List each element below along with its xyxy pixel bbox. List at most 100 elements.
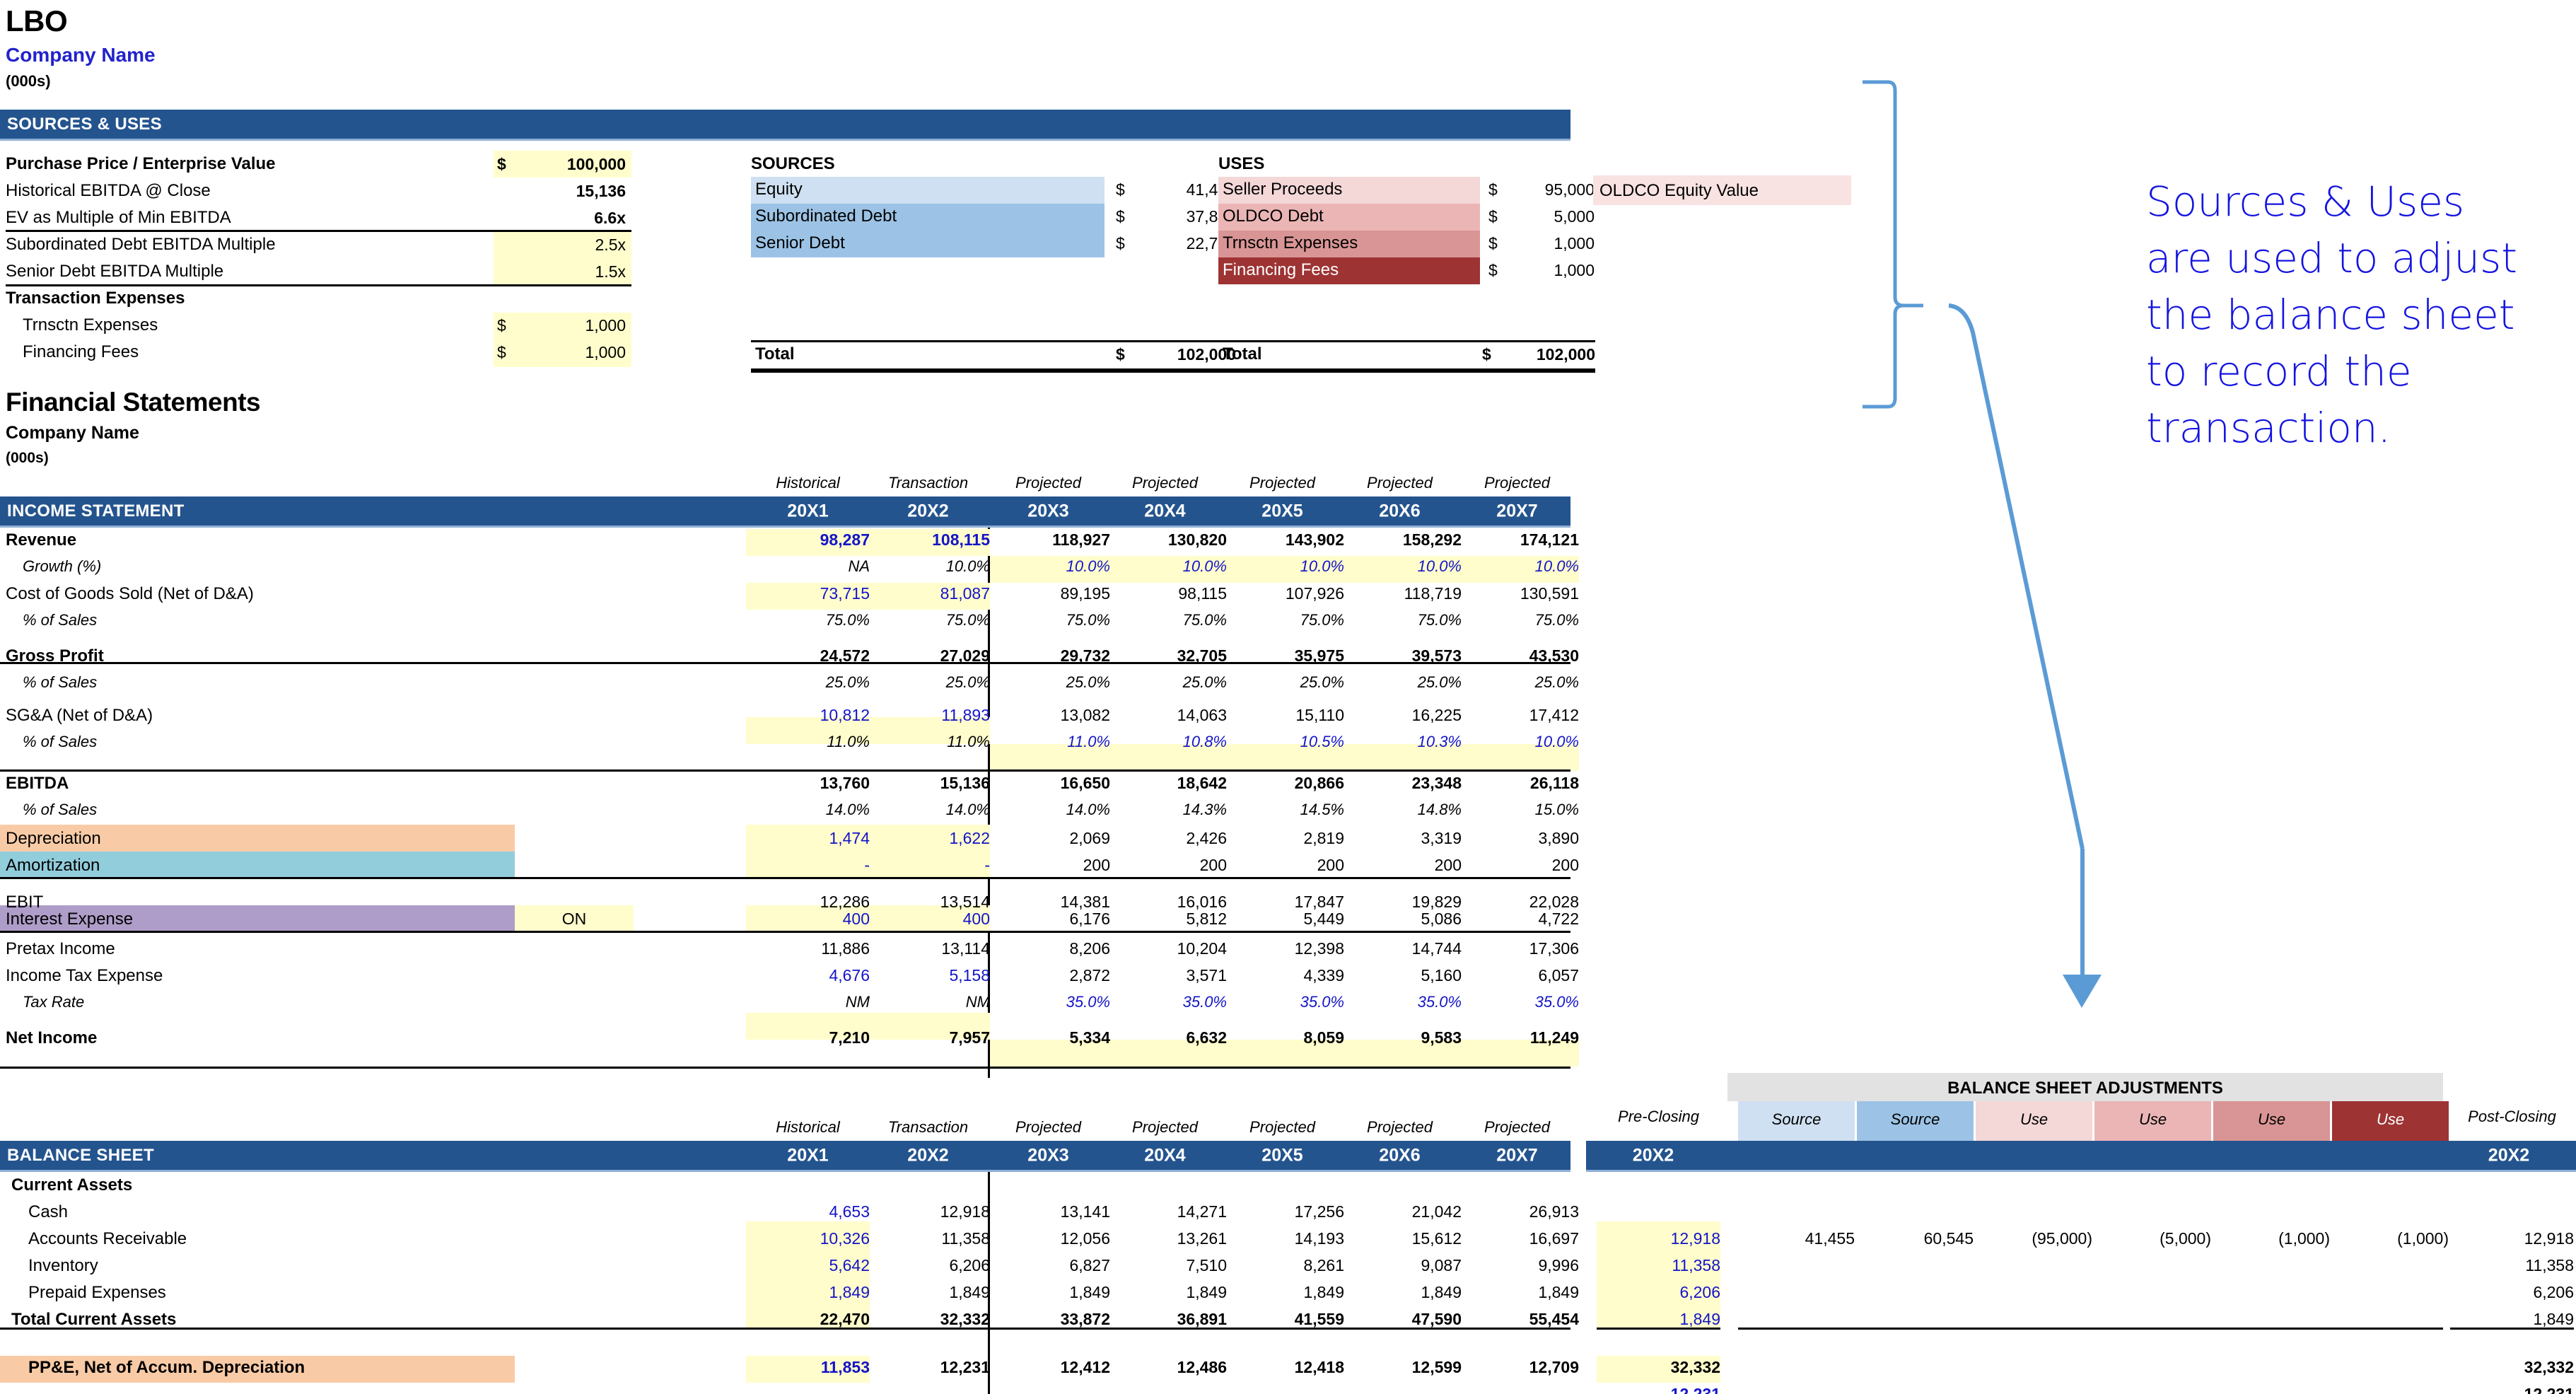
bs-value-cell: 12,486 <box>1177 1358 1227 1376</box>
is-value-cell: 200 <box>1434 856 1462 874</box>
bsa-pre-closing-value: 11,358 <box>1672 1256 1720 1274</box>
bs-coltype-4: Projected <box>1249 1118 1315 1136</box>
bs-value-cell: 1,849 <box>1538 1283 1579 1301</box>
is-value-cell: 14.0% <box>1066 801 1110 818</box>
is-value-cell[interactable]: 10.0% <box>1220 559 1344 574</box>
is-value-cell: 158,292 <box>1402 530 1462 549</box>
is-value-cell: 4,722 <box>1538 910 1579 928</box>
is-value-cell[interactable]: 10.3% <box>1338 734 1462 750</box>
is-value-cell[interactable]: 400 <box>746 911 870 927</box>
is-value-cell[interactable]: 35.0% <box>1338 994 1462 1010</box>
is-value-cell[interactable]: 400 <box>866 911 990 927</box>
is-value-cell: 8,206 <box>1069 939 1110 958</box>
is-value-cell[interactable]: 10,812 <box>746 707 870 724</box>
is-coltype-4: Projected <box>1249 474 1315 492</box>
is-value-cell: 5,086 <box>1421 910 1462 928</box>
bsa-post-closing-label: Post-Closing <box>2468 1108 2556 1125</box>
is-value-cell: 75.0% <box>1066 611 1110 629</box>
is-value-cell: 19,829 <box>1411 893 1462 911</box>
is-value-cell: 25.0% <box>1534 673 1579 691</box>
is-value-cell[interactable]: 5,158 <box>866 968 990 984</box>
is-value-cell[interactable]: 35.0% <box>1455 994 1579 1010</box>
sources-total-value: 102,000 <box>1177 345 1236 364</box>
is-value-cell: 6,057 <box>1538 966 1579 984</box>
bs-value-cell: 6,827 <box>1069 1256 1110 1274</box>
is-value-cell[interactable]: 10.0% <box>1103 559 1227 574</box>
bs-value-cell: 1,849 <box>1069 1283 1110 1301</box>
is-value-cell[interactable]: 98,287 <box>746 532 870 548</box>
bs-colyear-3: 20X4 <box>1144 1145 1186 1165</box>
is-value-cell: 14.0% <box>945 801 990 818</box>
bracket-icon <box>1863 80 1923 409</box>
row-label-ev-multiple: EV as Multiple of Min EBITDA <box>6 208 231 227</box>
income-statement-title: INCOME STATEMENT <box>7 501 185 521</box>
is-row-label: % of Sales <box>23 611 98 629</box>
is-value-cell: 25.0% <box>1066 673 1110 691</box>
bs-value-cell: 47,590 <box>1411 1310 1462 1328</box>
is-value-cell[interactable]: 10.0% <box>1338 559 1462 574</box>
is-coltype-3: Projected <box>1132 474 1198 492</box>
is-value-cell[interactable]: 35.0% <box>1103 994 1227 1010</box>
interest-toggle[interactable]: ON <box>515 911 634 927</box>
is-value-cell: 14,381 <box>1060 893 1110 911</box>
is-value-cell[interactable]: 108,115 <box>866 532 990 548</box>
bsa-adjustment-value: (5,000) <box>2160 1229 2211 1248</box>
is-row-label: Interest Expense <box>6 910 134 929</box>
bs-value-cell: 12,231 <box>940 1358 990 1376</box>
is-value-cell[interactable]: 4,676 <box>746 968 870 984</box>
is-value-cell: 16,650 <box>1060 774 1110 792</box>
is-value-cell[interactable]: 1,622 <box>866 830 990 847</box>
is-value-cell: 2,819 <box>1303 829 1344 847</box>
is-value-cell[interactable]: 10.8% <box>1103 734 1227 750</box>
bsa-pre-closing-value: 12,231 <box>1670 1385 1720 1394</box>
is-value-cell: 18,642 <box>1177 774 1227 792</box>
row-label-transaction-expenses-header: Transaction Expenses <box>6 289 185 308</box>
is-value-cell: 6,632 <box>1186 1028 1227 1047</box>
is-value-cell[interactable]: 11.0% <box>986 734 1110 750</box>
divider-double <box>751 368 1239 373</box>
bs-value-cell[interactable]: 11,853 <box>746 1359 870 1376</box>
divider <box>0 769 1570 772</box>
value-financing-fees[interactable]: 1,000 <box>518 344 626 361</box>
is-value-cell[interactable]: 1,474 <box>746 830 870 847</box>
bsa-adjustment-value: 60,545 <box>1923 1229 1974 1248</box>
is-value-cell: 75.0% <box>1534 611 1579 629</box>
is-value-cell[interactable]: 10.0% <box>986 559 1110 574</box>
value-historical-ebitda: 15,136 <box>576 182 626 200</box>
value-sub-debt-multiple[interactable]: 2.5x <box>518 237 626 253</box>
is-value-cell[interactable]: 73,715 <box>746 586 870 602</box>
income-statement-section-bar: INCOME STATEMENT 20X1 20X2 20X3 20X4 20X… <box>0 496 1570 528</box>
is-value-cell: 75.0% <box>1300 611 1344 629</box>
bs-value-cell[interactable]: 10,326 <box>746 1231 870 1247</box>
is-value-cell: 22,028 <box>1529 893 1579 911</box>
is-value-cell[interactable]: 81,087 <box>866 586 990 602</box>
is-value-cell[interactable]: 10.0% <box>1455 559 1579 574</box>
is-value-cell: 24,572 <box>820 646 870 665</box>
value-trnsctn-expenses[interactable]: 1,000 <box>518 318 626 334</box>
bs-value-cell: 14,271 <box>1177 1202 1227 1221</box>
row-label-financing-fees: Financing Fees <box>23 342 139 361</box>
is-value-cell: 12,398 <box>1294 939 1344 958</box>
is-value-cell[interactable]: - <box>866 857 990 873</box>
sources-uses-title: SOURCES & USES <box>7 114 162 134</box>
value-ev-multiple: 6.6x <box>594 209 626 227</box>
is-value-cell: 174,121 <box>1520 530 1579 549</box>
value-senior-debt-multiple[interactable]: 1.5x <box>518 264 626 280</box>
row-label-sub-debt-multiple: Subordinated Debt EBITDA Multiple <box>6 235 276 254</box>
is-value-cell[interactable]: - <box>746 857 870 873</box>
is-value-cell: 11.0% <box>827 733 870 750</box>
units-label: (000s) <box>6 72 51 90</box>
currency-symbol: $ <box>1116 345 1125 364</box>
bs-value-cell[interactable]: 5,642 <box>746 1257 870 1274</box>
bs-value-cell[interactable]: 1,849 <box>746 1284 870 1301</box>
value-purchase-price[interactable]: 100,000 <box>518 156 626 173</box>
bs-value-cell: 8,261 <box>1303 1256 1344 1274</box>
bs-value-cell[interactable]: 4,653 <box>746 1204 870 1220</box>
is-value-cell[interactable]: 35.0% <box>1220 994 1344 1010</box>
is-value-cell[interactable]: 35.0% <box>986 994 1110 1010</box>
is-value-cell: 43,530 <box>1529 646 1579 665</box>
is-value-cell[interactable]: 11,893 <box>866 707 990 724</box>
is-value-cell[interactable]: 10.5% <box>1220 734 1344 750</box>
is-value-cell[interactable]: 10.0% <box>1455 734 1579 750</box>
balance-sheet-section-bar: BALANCE SHEET 20X1 20X2 20X3 20X4 20X5 2… <box>0 1141 1570 1172</box>
